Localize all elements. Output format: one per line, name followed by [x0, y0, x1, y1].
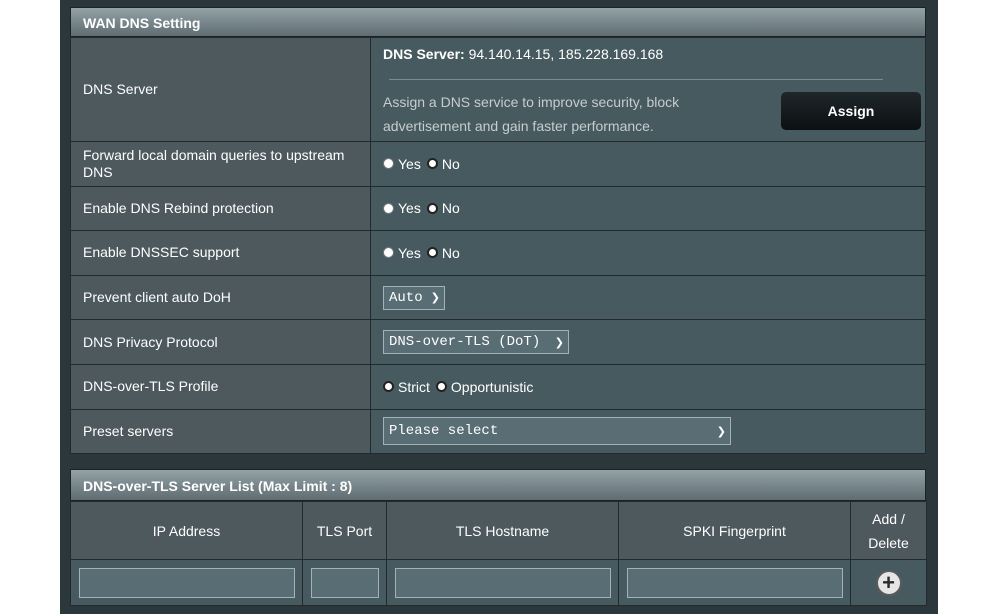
rebind-label: Enable DNS Rebind protection — [70, 185, 371, 232]
dnssec-yes-label: Yes — [398, 244, 421, 261]
dnssec-no-label: No — [441, 244, 460, 261]
hostname-cell — [386, 559, 619, 606]
tls-strict-radio[interactable] — [383, 381, 394, 393]
dns-server-current: DNS Server: 94.140.14.15, 185.228.169.16… — [383, 44, 913, 62]
forward-local-cell: Yes No — [370, 141, 926, 187]
dnssec-label: Enable DNSSEC support — [70, 230, 371, 276]
forward-local-yes-radio[interactable] — [383, 158, 394, 170]
privacy-row: DNS Privacy Protocol DNS-over-TLS (DoT) … — [70, 319, 926, 365]
dns-server-cell: DNS Server: 94.140.14.15, 185.228.169.16… — [370, 37, 926, 142]
auto-doh-select[interactable]: Auto ❯ — [383, 285, 445, 310]
preset-row: Preset servers Please select ❯ — [70, 408, 926, 455]
col-spki-fingerprint: SPKI Fingerprint — [618, 501, 851, 560]
privacy-label: DNS Privacy Protocol — [70, 319, 371, 365]
spki-fingerprint-input[interactable] — [626, 567, 843, 598]
tls-opportunistic-radio[interactable] — [435, 381, 447, 393]
preset-select[interactable]: Please select ❯ — [383, 417, 731, 446]
tls-profile-cell: Strict Opportunistic — [370, 363, 926, 410]
tls-port-input[interactable] — [310, 567, 379, 598]
forward-local-no-radio[interactable] — [426, 158, 438, 170]
ip-cell — [70, 559, 303, 606]
col-add-delete: Add / Delete — [850, 501, 927, 560]
wan-dns-panel: WAN DNS Setting DNS Server DNS Server: 9… — [70, 7, 926, 455]
server-list-panel: DNS-over-TLS Server List (Max Limit : 8)… — [70, 469, 927, 606]
preset-label: Preset servers — [70, 408, 371, 455]
tls-opportunistic-label: Opportunistic — [450, 378, 534, 395]
dns-server-description: Assign a DNS service to improve security… — [383, 94, 680, 134]
ip-address-input[interactable] — [78, 567, 295, 598]
assign-button[interactable]: Assign — [781, 92, 921, 130]
forward-local-label: Forward local domain queries to upstream… — [70, 141, 371, 187]
forward-local-row: Forward local domain queries to upstream… — [70, 141, 926, 187]
forward-local-yes-label: Yes — [398, 155, 421, 172]
tls-strict-label: Strict — [398, 378, 430, 395]
dns-server-value: 94.140.14.15, 185.228.169.168 — [468, 46, 664, 62]
forward-local-no-label: No — [441, 155, 460, 172]
preset-value: Please select — [389, 423, 499, 440]
server-list-header: DNS-over-TLS Server List (Max Limit : 8) — [70, 469, 926, 501]
tls-profile-row: DNS-over-TLS Profile Strict Opportunisti… — [70, 363, 926, 410]
server-list-input-row: + — [70, 559, 927, 606]
auto-doh-cell: Auto ❯ — [370, 274, 926, 321]
wan-dns-header: WAN DNS Setting — [70, 7, 926, 37]
auto-doh-value: Auto — [389, 289, 423, 306]
rebind-no-radio[interactable] — [426, 202, 438, 214]
add-cell: + — [850, 559, 927, 606]
dnssec-row: Enable DNSSEC support Yes No — [70, 230, 926, 276]
rebind-yes-radio[interactable] — [383, 202, 394, 214]
rebind-no-label: No — [441, 200, 460, 217]
col-ip-address: IP Address — [70, 501, 303, 560]
dns-server-prefix: DNS Server: — [383, 46, 465, 62]
rebind-yes-label: Yes — [398, 200, 421, 217]
privacy-select[interactable]: DNS-over-TLS (DoT) ❯ — [383, 330, 569, 355]
privacy-value: DNS-over-TLS (DoT) — [389, 334, 541, 351]
chevron-down-icon: ❯ — [716, 424, 726, 438]
rebind-row: Enable DNS Rebind protection Yes No — [70, 185, 926, 232]
server-list-table: IP Address TLS Port TLS Hostname SPKI Fi… — [70, 501, 927, 606]
settings-frame: WAN DNS Setting DNS Server DNS Server: 9… — [60, 0, 938, 614]
col-add-delete-line2: Delete — [868, 534, 909, 551]
server-list-columns: IP Address TLS Port TLS Hostname SPKI Fi… — [70, 501, 927, 560]
col-add-delete-line1: Add / — [872, 510, 905, 527]
dnssec-no-radio[interactable] — [426, 247, 438, 259]
plus-circle-icon[interactable]: + — [875, 569, 902, 596]
fingerprint-cell — [618, 559, 851, 606]
dns-server-label: DNS Server — [70, 37, 371, 142]
tls-hostname-input[interactable] — [394, 567, 611, 598]
dnssec-cell: Yes No — [370, 230, 926, 276]
wan-dns-table: DNS Server DNS Server: 94.140.14.15, 185… — [70, 37, 926, 455]
tls-profile-label: DNS-over-TLS Profile — [70, 363, 371, 410]
preset-cell: Please select ❯ — [370, 408, 926, 455]
port-cell — [302, 559, 387, 606]
dns-server-row: DNS Server DNS Server: 94.140.14.15, 185… — [70, 37, 926, 142]
dns-server-divider — [389, 79, 883, 80]
col-tls-hostname: TLS Hostname — [386, 501, 619, 560]
chevron-down-icon: ❯ — [430, 291, 440, 305]
auto-doh-row: Prevent client auto DoH Auto ❯ — [70, 274, 926, 321]
col-tls-port: TLS Port — [302, 501, 387, 560]
auto-doh-label: Prevent client auto DoH — [70, 274, 371, 321]
dnssec-yes-radio[interactable] — [383, 247, 394, 259]
privacy-cell: DNS-over-TLS (DoT) ❯ — [370, 319, 926, 365]
chevron-down-icon: ❯ — [554, 335, 564, 349]
rebind-cell: Yes No — [370, 185, 926, 232]
